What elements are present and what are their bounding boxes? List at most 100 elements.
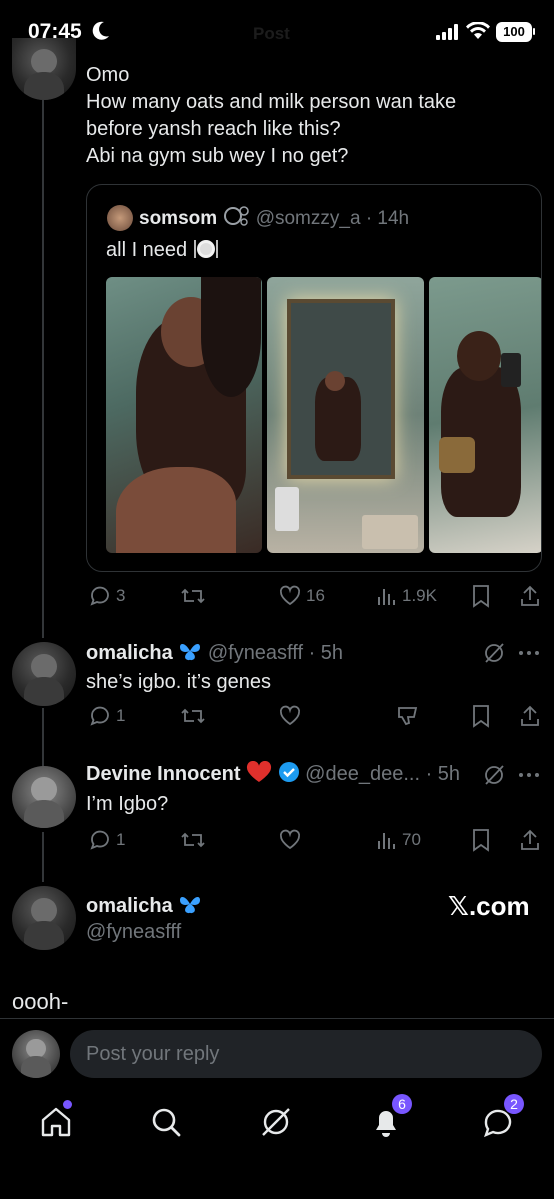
views-button[interactable]: 1.9K [376, 584, 437, 608]
media-image[interactable] [429, 277, 541, 553]
butterfly-emoji-icon [180, 643, 201, 661]
heart-icon [279, 585, 301, 606]
more-icon[interactable] [518, 650, 540, 656]
reply-author: omalicha [86, 895, 173, 917]
reply-button[interactable]: 1 [88, 828, 125, 852]
xcom-watermark: 𝕏.com [448, 891, 530, 921]
quoted-name: somsom [139, 208, 218, 229]
media-image[interactable] [106, 277, 262, 553]
battery-tip [533, 28, 535, 35]
bookmark-button[interactable] [470, 828, 492, 852]
reply-count: 1 [116, 830, 126, 849]
views-icon [378, 833, 395, 849]
butterfly-emoji-icon [180, 896, 201, 914]
home-dot [63, 1100, 72, 1109]
reply-actions: 1 70 [86, 828, 542, 856]
red-heart-emoji-icon [246, 760, 272, 782]
grok-icon [262, 1108, 290, 1136]
avatar[interactable] [12, 886, 76, 950]
reply-text: oooh- [12, 989, 69, 1014]
share-icon [521, 705, 539, 726]
share-button[interactable] [518, 704, 542, 728]
bookmark-icon [473, 829, 489, 852]
avatar[interactable] [12, 642, 76, 706]
grok-icon[interactable] [482, 763, 506, 787]
cellular-signal-icon [436, 24, 458, 40]
tab-home[interactable] [36, 1100, 76, 1142]
home-indicator [208, 1180, 346, 1185]
quoted-text: all I need [106, 238, 219, 262]
downvote-button[interactable] [396, 704, 420, 728]
wifi-icon [466, 22, 490, 39]
reply-input[interactable] [86, 1030, 526, 1078]
reply-author: Devine Innocent [86, 763, 241, 785]
bookmark-icon [473, 705, 489, 728]
like-button[interactable]: 16 [278, 584, 325, 608]
views-icon [378, 589, 395, 605]
reply-text: she’s igbo. it’s genes [86, 671, 271, 693]
reply-count: 1 [116, 706, 126, 725]
post-line: before yansh reach like this? [86, 118, 341, 140]
post-line: Omo [86, 64, 130, 86]
reply-button[interactable]: 3 [88, 584, 125, 608]
share-button[interactable] [518, 828, 542, 852]
tab-grok[interactable] [256, 1102, 296, 1142]
bookmark-button[interactable] [470, 584, 492, 608]
share-button[interactable] [518, 584, 542, 608]
reply-box[interactable] [70, 1030, 542, 1078]
thread-line [42, 708, 44, 768]
like-button[interactable] [278, 704, 302, 728]
repost-button[interactable] [180, 828, 206, 852]
reply-text: I’m Igbo? [86, 793, 169, 815]
media-image[interactable] [267, 277, 424, 553]
downvote-icon [398, 707, 418, 726]
reply-count: 3 [116, 586, 126, 605]
repost-button[interactable] [180, 584, 206, 608]
page-title: Post [253, 24, 290, 43]
quoted-handle: @somzzy_a [255, 208, 361, 229]
repost-button[interactable] [180, 704, 206, 728]
quoted-post[interactable]: somsom @somzzy_a · 14h all I need [86, 184, 542, 572]
avatar[interactable] [12, 38, 76, 100]
thread-line [42, 100, 44, 638]
verified-badge-icon [278, 762, 299, 782]
tab-notifications[interactable]: 6 [366, 1094, 412, 1142]
quoted-text-body: all I need [106, 239, 188, 261]
tab-messages[interactable]: 2 [478, 1094, 524, 1142]
reply-icon [90, 706, 109, 726]
reply-header: Devine Innocent @dee_dee... · 5h [86, 760, 460, 788]
quoted-header: somsom @somzzy_a · 14h [139, 205, 409, 230]
like-button[interactable] [278, 828, 302, 852]
view-count: 1.9K [402, 586, 437, 605]
reply-header: omalicha @fyneasfff · 5h [86, 640, 343, 667]
view-count: 70 [402, 830, 421, 849]
grok-icon[interactable] [482, 641, 506, 665]
avatar [12, 1030, 60, 1078]
tab-search[interactable] [146, 1102, 186, 1142]
repost-icon [181, 588, 205, 604]
divider [0, 1018, 554, 1019]
plate-cutlery-emoji-icon [193, 240, 218, 258]
share-icon [521, 585, 539, 606]
bookmark-button[interactable] [470, 704, 492, 728]
reply-button[interactable]: 1 [88, 704, 125, 728]
reply-icon [90, 830, 109, 850]
moon-icon [92, 21, 109, 40]
reply-author: omalicha [86, 642, 173, 664]
post-text: Omo How many oats and milk person wan ta… [86, 62, 456, 170]
battery-indicator: 100 [496, 22, 532, 42]
quoted-time: · 14h [365, 208, 410, 229]
reply-icon [90, 586, 109, 606]
notifications-badge: 6 [392, 1094, 412, 1114]
search-icon [152, 1108, 181, 1137]
messages-badge: 2 [504, 1094, 524, 1114]
more-icon[interactable] [518, 772, 540, 778]
views-button[interactable]: 70 [376, 828, 421, 852]
heart-icon [279, 829, 301, 850]
reply-actions: 1 [86, 704, 542, 732]
avatar[interactable] [12, 766, 76, 828]
reply-header: omalicha [86, 893, 202, 920]
post-line: Abi na gym sub wey I no get? [86, 145, 349, 167]
repost-icon [181, 708, 205, 724]
heart-icon [279, 705, 301, 726]
